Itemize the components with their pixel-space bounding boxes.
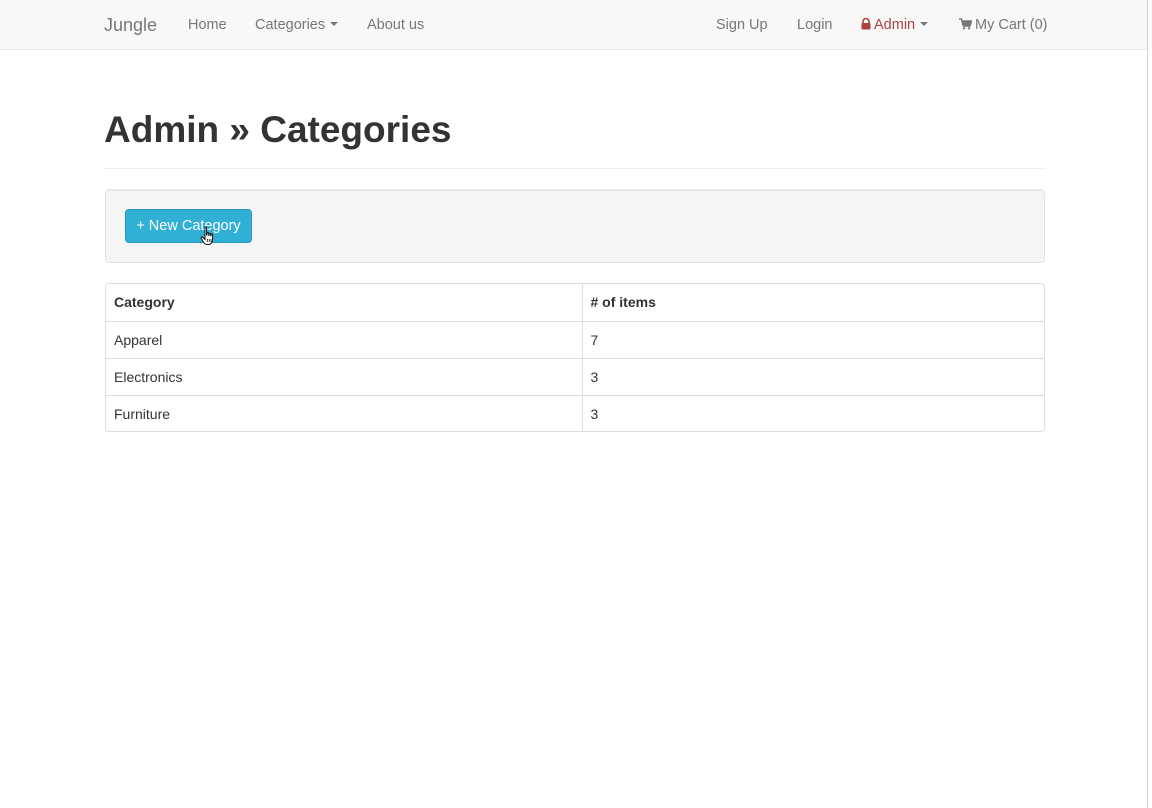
categories-table: Category # of items Apparel 7 Electronic… [105, 283, 1045, 432]
nav-categories-dropdown[interactable]: Categories [255, 0, 339, 50]
category-name-cell: Furniture [106, 394, 583, 431]
top-navbar: Jungle Home Categories About us Sign Up … [0, 0, 1147, 50]
nav-about-link[interactable]: About us [367, 0, 424, 50]
category-name-cell: Apparel [106, 320, 583, 358]
nav-admin-label: Admin [874, 17, 916, 33]
shopping-cart-icon [959, 17, 972, 30]
item-count-cell: 3 [582, 357, 1044, 395]
nav-login-link[interactable]: Login [797, 0, 832, 50]
column-header-item-count: # of items [590, 294, 656, 311]
caret-down-icon [330, 22, 339, 27]
nav-home-link[interactable]: Home [188, 0, 227, 50]
nav-cart-link[interactable]: My Cart (0) [959, 0, 1048, 50]
column-header-category: Category [106, 284, 583, 321]
window-edge [1147, 0, 1152, 808]
table-row: Furniture 3 [106, 394, 1044, 431]
lock-icon [861, 17, 871, 30]
nav-categories-label: Categories [255, 17, 326, 33]
toolbar-well: + New Category [105, 189, 1045, 263]
brand-link[interactable]: Jungle [104, 0, 157, 50]
table-row: Apparel 7 [106, 320, 1044, 358]
table-header-row: Category # of items [106, 284, 1044, 321]
nav-admin-dropdown[interactable]: Admin [861, 0, 929, 50]
item-count-cell: 3 [582, 394, 1044, 431]
category-name-cell: Electronics [106, 357, 583, 395]
new-category-button[interactable]: + New Category [125, 209, 252, 243]
caret-down-icon [920, 22, 929, 27]
nav-signup-link[interactable]: Sign Up [716, 0, 768, 50]
page-title: Admin » Categories [104, 109, 452, 150]
table-row: Electronics 3 [106, 357, 1044, 395]
nav-cart-label: My Cart (0) [975, 17, 1048, 33]
item-count-cell: 7 [582, 320, 1044, 358]
title-divider [104, 168, 1045, 169]
